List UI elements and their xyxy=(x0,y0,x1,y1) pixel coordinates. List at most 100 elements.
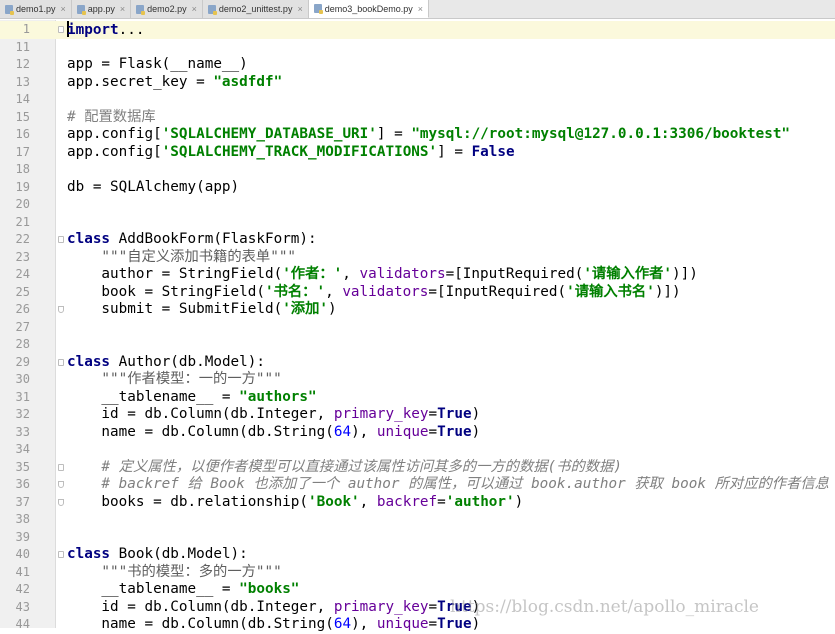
code-line[interactable]: 22 class AddBookForm(FlaskForm): xyxy=(0,231,835,249)
line-number: 26 xyxy=(15,302,30,316)
code-token: ) xyxy=(471,616,481,632)
code-line[interactable]: 42 __tablename__ = "books" xyxy=(0,581,835,599)
code-token: True xyxy=(437,423,472,440)
code-token: class xyxy=(67,546,111,562)
code-line[interactable]: 41 """书的模型：多的一方""" xyxy=(0,564,835,582)
code-line[interactable]: 35 # 定义属性，以便作者模型可以直接通过该属性访问其多的一方的数据(书的数据… xyxy=(0,459,835,477)
line-number: 31 xyxy=(15,389,30,404)
code-line[interactable]: 37 books = db.relationship('Book', backr… xyxy=(0,494,835,512)
code-text: class Book(db.Model): xyxy=(67,546,248,564)
code-token: False xyxy=(471,143,515,160)
code-token: primary_key xyxy=(333,406,429,422)
code-token: 64 xyxy=(333,616,352,632)
code-line[interactable]: 26 submit = SubmitField('添加') xyxy=(0,301,835,319)
code-line[interactable]: 23 """自定义添加书籍的表单""" xyxy=(0,249,835,267)
code-line[interactable]: 24 author = StringField('作者：', validator… xyxy=(0,266,835,284)
code-token: ) xyxy=(471,423,481,440)
code-token: import xyxy=(67,22,119,38)
tab-demo1-py[interactable]: demo1.py × xyxy=(0,0,72,18)
code-token: unique xyxy=(376,423,429,440)
code-line[interactable]: 29 class Author(db.Model): xyxy=(0,354,835,372)
close-tab-icon[interactable]: × xyxy=(61,4,66,14)
code-line[interactable]: 36 # backref 给 Book 也添加了一个 author 的属性，可以… xyxy=(0,476,835,494)
code-text: books = db.relationship('Book', backref=… xyxy=(67,494,523,512)
code-line[interactable]: 32 id = db.Column(db.Integer, primary_ke… xyxy=(0,406,835,424)
code-token: 'Book' xyxy=(308,493,360,510)
code-token: ... xyxy=(118,22,145,38)
code-token: book = StringField( xyxy=(67,283,265,300)
code-token: '作者：' xyxy=(282,266,343,282)
code-token: author = StringField( xyxy=(67,266,283,282)
code-line[interactable]: 31 __tablename__ = "authors" xyxy=(0,389,835,407)
code-line[interactable]: 15 # 配置数据库 xyxy=(0,109,835,127)
code-token: = xyxy=(428,406,438,422)
line-number: 32 xyxy=(15,407,30,421)
code-line[interactable]: 27 xyxy=(0,319,835,337)
code-line[interactable]: 33 name = db.Column(db.String(64), uniqu… xyxy=(0,424,835,442)
code-token: ] = xyxy=(437,143,472,160)
tab-app-py[interactable]: app.py × xyxy=(71,0,132,18)
code-token: = xyxy=(428,598,438,615)
close-tab-icon[interactable]: × xyxy=(418,4,423,14)
code-line[interactable]: 1 import... xyxy=(0,21,835,39)
code-token: )]) xyxy=(654,283,681,300)
line-number: 28 xyxy=(15,337,30,351)
python-file-icon xyxy=(313,4,323,14)
code-line[interactable]: 44 name = db.Column(db.String(64), uniqu… xyxy=(0,616,835,634)
code-line[interactable]: 21 xyxy=(0,214,835,232)
code-token: """自定义添加书籍的表单""" xyxy=(67,248,297,265)
fold-end-marker-icon[interactable] xyxy=(58,498,64,506)
close-tab-icon[interactable]: × xyxy=(120,4,125,14)
close-tab-icon[interactable]: × xyxy=(297,4,302,14)
line-number: 22 xyxy=(15,232,30,246)
code-token: = xyxy=(437,493,446,510)
code-line[interactable]: 25 book = StringField('书名：', validators=… xyxy=(0,284,835,302)
code-token: =[InputRequired( xyxy=(445,266,584,282)
fold-toggle-icon[interactable] xyxy=(58,463,64,471)
code-line[interactable]: 19 db = SQLAlchemy(app) xyxy=(0,179,835,197)
code-line[interactable]: 28 xyxy=(0,336,835,354)
code-line[interactable]: 11 xyxy=(0,39,835,57)
fold-toggle-icon[interactable] xyxy=(58,358,64,366)
code-text: app = Flask(__name__) xyxy=(67,56,248,74)
line-number: 40 xyxy=(15,547,30,561)
code-line[interactable]: 12 app = Flask(__name__) xyxy=(0,56,835,74)
code-line[interactable]: 40 class Book(db.Model): xyxy=(0,546,835,564)
code-token: """书的模型：多的一方""" xyxy=(67,563,282,580)
fold-toggle-icon[interactable] xyxy=(58,551,64,558)
code-line[interactable]: 16 app.config['SQLALCHEMY_DATABASE_URI'] … xyxy=(0,126,835,144)
code-text: """作者模型：一的一方""" xyxy=(67,371,281,389)
code-line[interactable]: 34 xyxy=(0,441,835,459)
line-number: 21 xyxy=(15,214,30,229)
code-token: , xyxy=(359,493,377,510)
fold-end-marker-icon[interactable] xyxy=(58,481,64,488)
code-line[interactable]: 18 xyxy=(0,161,835,179)
tab-demo3-bookdemo-py[interactable]: demo3_bookDemo.py × xyxy=(308,0,430,18)
fold-toggle-icon[interactable] xyxy=(58,236,64,243)
line-number: 38 xyxy=(15,512,30,526)
code-line[interactable]: 38 xyxy=(0,511,835,529)
code-line[interactable]: 17 app.config['SQLALCHEMY_TRACK_MODIFICAT… xyxy=(0,144,835,162)
code-editor[interactable]: 1 import... 11 12 app = Flask(__name__) 13 app… xyxy=(0,20,835,632)
code-line[interactable]: 39 xyxy=(0,529,835,547)
code-token: True xyxy=(437,616,472,632)
editor-tab-bar: demo1.py × app.py × demo2.py × demo2_unittest.… xyxy=(0,0,835,19)
tab-demo2-py[interactable]: demo2.py × xyxy=(131,0,203,18)
close-tab-icon[interactable]: × xyxy=(192,4,197,14)
code-line[interactable]: 14 xyxy=(0,91,835,109)
code-line[interactable]: 13 app.secret_key = "asdfdf" xyxy=(0,74,835,92)
code-line[interactable]: 30 """作者模型：一的一方""" xyxy=(0,371,835,389)
fold-toggle-icon[interactable] xyxy=(58,26,64,33)
code-text: """自定义添加书籍的表单""" xyxy=(67,249,296,267)
fold-end-marker-icon[interactable] xyxy=(58,306,64,313)
tab-demo2-unittest-py[interactable]: demo2_unittest.py × xyxy=(202,0,309,18)
line-number: 17 xyxy=(15,144,30,159)
code-token: books = db.relationship( xyxy=(67,493,309,510)
code-line[interactable]: 20 xyxy=(0,196,835,214)
tab-label: demo2.py xyxy=(147,4,187,14)
line-number: 15 xyxy=(15,109,30,124)
line-number: 44 xyxy=(15,617,30,631)
code-token: validators xyxy=(359,266,446,282)
python-file-icon xyxy=(207,4,217,15)
code-token: 'SQLALCHEMY_DATABASE_URI' xyxy=(161,126,377,142)
